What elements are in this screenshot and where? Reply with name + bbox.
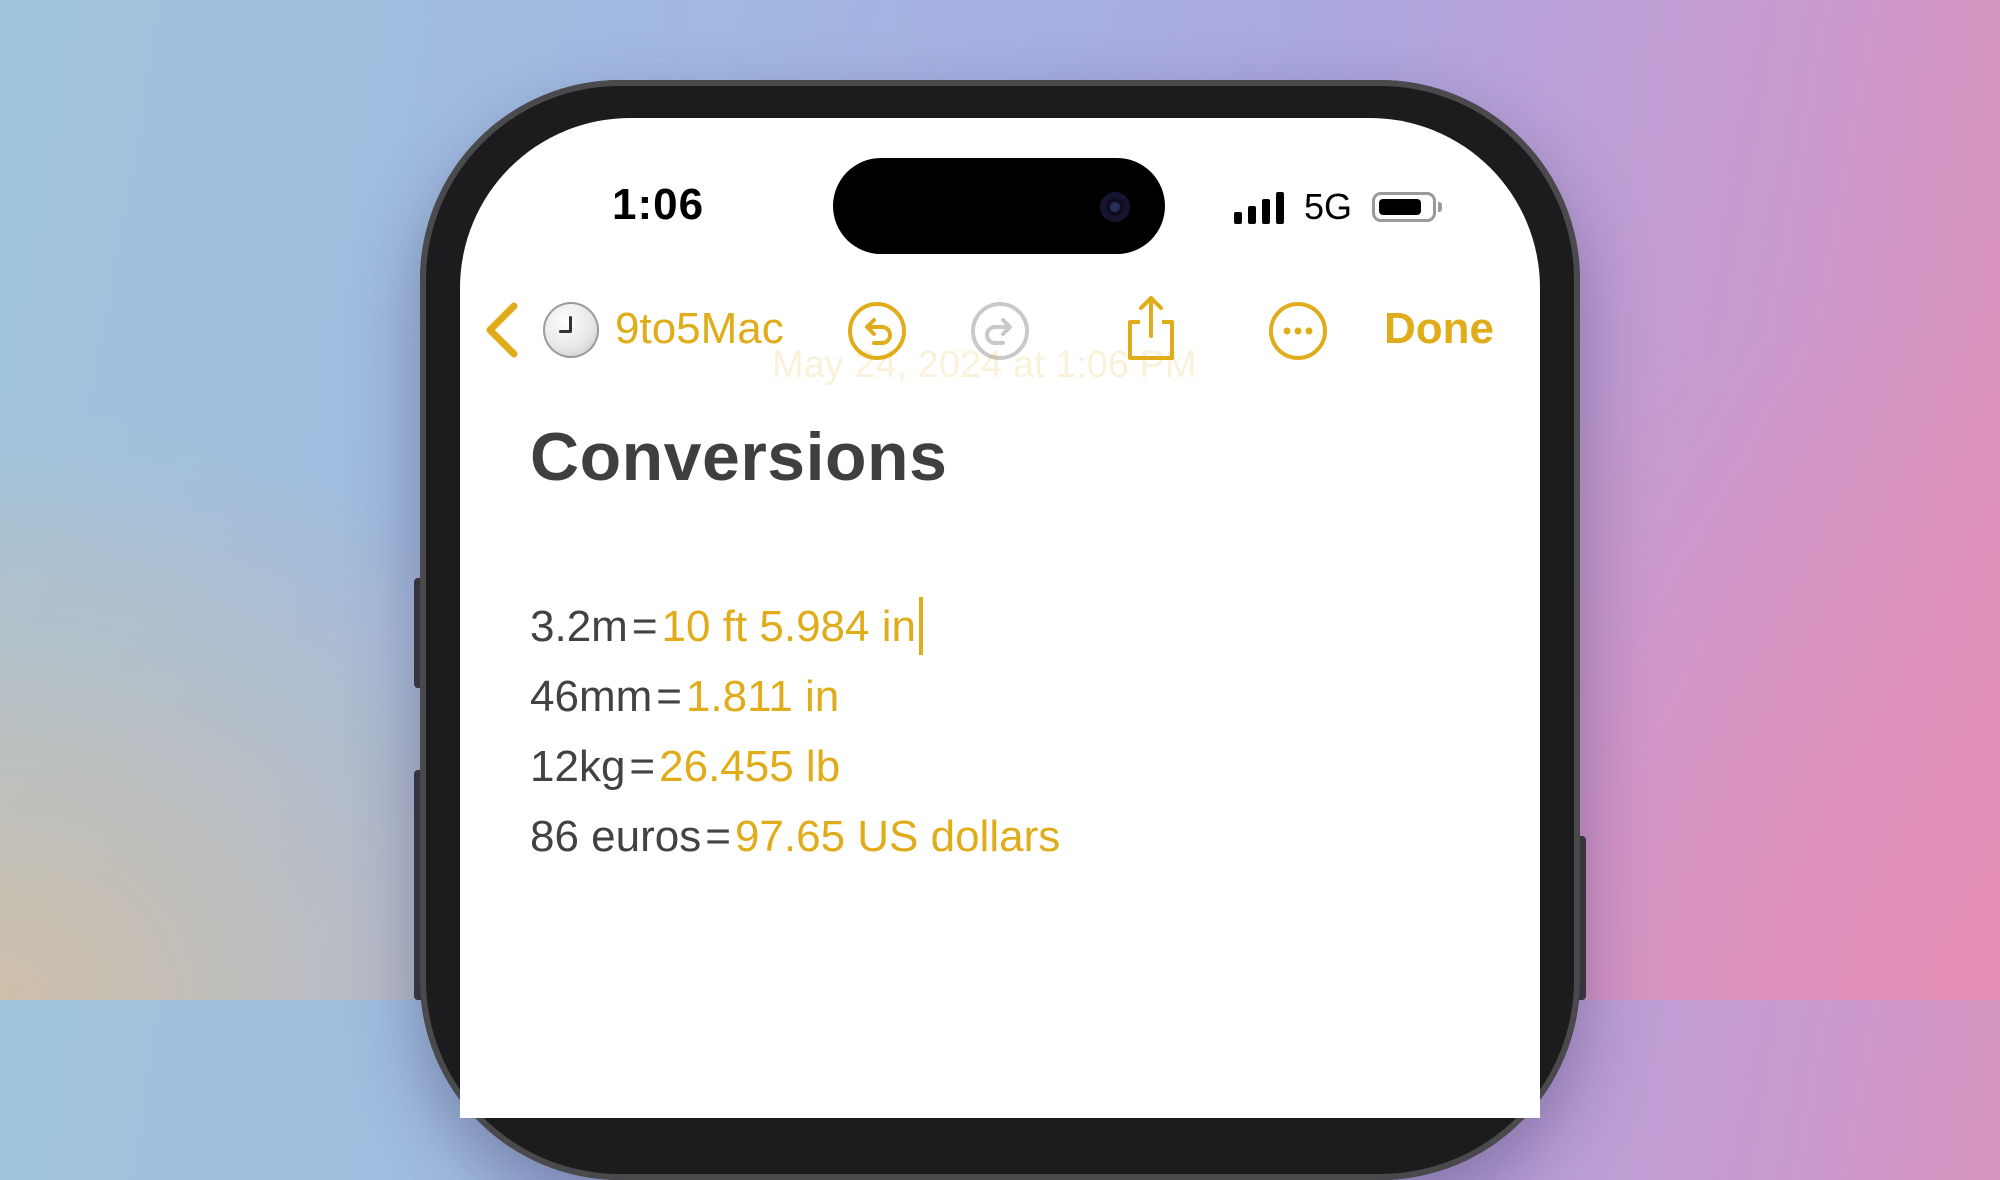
chevron-left-icon[interactable] bbox=[482, 300, 522, 360]
folder-avatar-icon[interactable] bbox=[543, 302, 599, 358]
equals-sign: = bbox=[631, 602, 658, 651]
note-date: May 24, 2024 at 1:06 PM bbox=[772, 344, 1197, 386]
front-camera-icon bbox=[1100, 192, 1130, 222]
conversion-line[interactable]: 3.2m=10 ft 5.984 in bbox=[530, 592, 1060, 662]
note-body[interactable]: 3.2m=10 ft 5.984 in 46mm=1.811 in 12kg=2… bbox=[530, 592, 1060, 872]
battery-icon bbox=[1372, 192, 1436, 222]
note-title[interactable]: Conversions bbox=[530, 418, 947, 496]
conversion-expression: 12kg bbox=[530, 742, 626, 791]
equals-sign: = bbox=[705, 812, 731, 861]
more-icon[interactable] bbox=[1267, 300, 1329, 362]
status-time: 1:06 bbox=[612, 180, 705, 229]
conversion-result: 10 ft 5.984 in bbox=[661, 602, 916, 651]
text-cursor bbox=[918, 597, 923, 656]
back-folder-label[interactable]: 9to5Mac bbox=[615, 304, 784, 354]
battery-tip bbox=[1438, 202, 1442, 212]
cellular-signal-icon bbox=[1234, 192, 1284, 224]
equals-sign: = bbox=[656, 672, 682, 721]
conversion-line[interactable]: 86 euros=97.65 US dollars bbox=[530, 802, 1060, 872]
conversion-expression: 3.2m bbox=[530, 602, 628, 651]
conversion-line[interactable]: 46mm=1.811 in bbox=[530, 662, 1060, 732]
conversion-result: 26.455 lb bbox=[659, 742, 841, 791]
conversion-result: 1.811 in bbox=[685, 672, 840, 721]
conversion-result: 97.65 US dollars bbox=[734, 812, 1061, 861]
equals-sign: = bbox=[629, 742, 656, 791]
conversion-expression: 46mm bbox=[530, 672, 653, 721]
done-button[interactable]: Done bbox=[1384, 304, 1494, 354]
network-type: 5G bbox=[1304, 186, 1353, 227]
conversion-expression: 86 euros bbox=[530, 812, 702, 861]
conversion-line[interactable]: 12kg=26.455 lb bbox=[530, 732, 1060, 802]
